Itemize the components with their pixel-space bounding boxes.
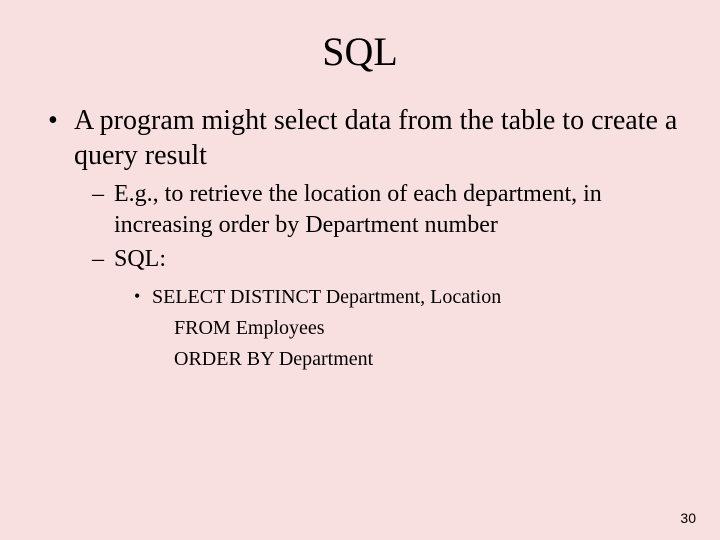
bullet-list-level3: SELECT DISTINCT Department, Location FRO… [134,283,680,374]
sql-line-3: ORDER BY Department [174,348,373,370]
bullet-list-level2: E.g., to retrieve the location of each d… [92,179,680,374]
sql-line-1: SELECT DISTINCT Department, Location [152,286,501,308]
list-item: ORDER BY Department [134,345,680,374]
slide: SQL A program might select data from the… [0,0,720,540]
page-number: 30 [680,510,696,526]
list-item: A program might select data from the tab… [48,103,680,374]
list-item: E.g., to retrieve the location of each d… [92,179,680,240]
bullet-text-l2a: E.g., to retrieve the location of each d… [114,181,602,238]
list-item: SQL: SELECT DISTINCT Department, Locatio… [92,244,680,374]
bullet-list-level1: A program might select data from the tab… [48,103,680,374]
list-item: SELECT DISTINCT Department, Location [134,283,680,312]
bullet-text-l2b: SQL: [114,246,166,272]
list-item: FROM Employees [134,314,680,343]
slide-title: SQL [40,28,680,75]
bullet-text-l1: A program might select data from the tab… [74,105,677,171]
sql-line-2: FROM Employees [174,317,325,339]
